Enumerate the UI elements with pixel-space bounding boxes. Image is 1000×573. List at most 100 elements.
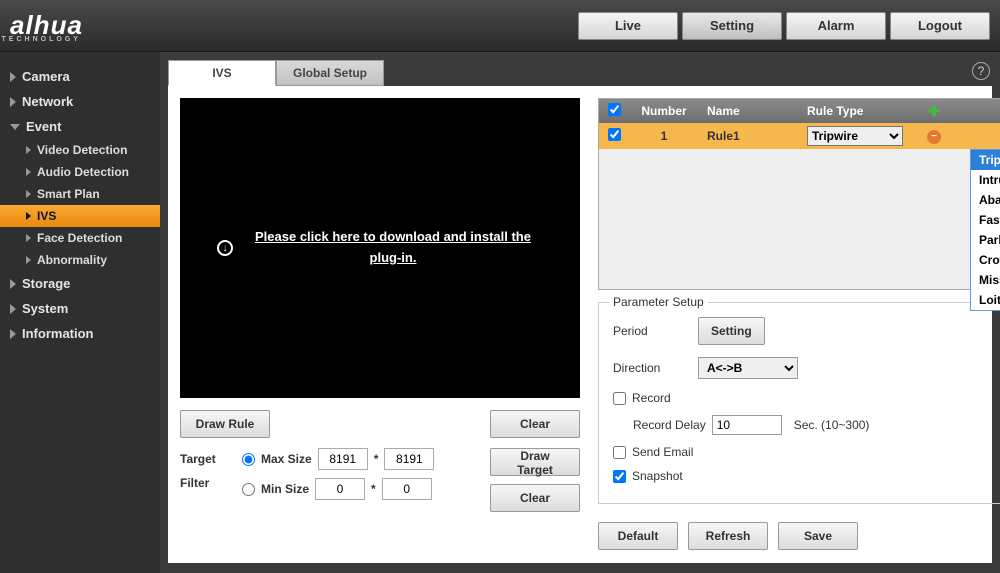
snapshot-checkbox[interactable] bbox=[613, 470, 626, 483]
rule-type-select[interactable]: Tripwire bbox=[807, 126, 903, 146]
min-height-input[interactable] bbox=[382, 478, 432, 500]
rules-table: Number Name Rule Type ✚ 1 Rule1 Tripwire… bbox=[598, 98, 1000, 290]
right-column: Number Name Rule Type ✚ 1 Rule1 Tripwire… bbox=[598, 98, 1000, 550]
help-icon[interactable]: ? bbox=[972, 62, 990, 80]
chevron-right-icon bbox=[26, 256, 31, 264]
max-size-label: Max Size bbox=[261, 452, 312, 466]
record-label: Record bbox=[632, 391, 671, 405]
rule-type-dropdown: Tripwire Intrusion Abandoned Object Fast… bbox=[970, 149, 1000, 311]
plugin-download-link[interactable]: ↓ Please click here to download and inst… bbox=[217, 227, 543, 269]
dropdown-option-loitering[interactable]: Loitering Detection bbox=[971, 290, 1000, 310]
dropdown-option-missing[interactable]: Missing Object bbox=[971, 270, 1000, 290]
main-layout: Camera Network Event Video Detection Aud… bbox=[0, 52, 1000, 573]
parameter-setup: Parameter Setup Period Setting Direction… bbox=[598, 302, 1000, 504]
tab-global-setup[interactable]: Global Setup bbox=[276, 60, 384, 86]
rules-header: Number Name Rule Type ✚ bbox=[599, 99, 1000, 123]
direction-select[interactable]: A<->B bbox=[698, 357, 798, 379]
chevron-right-icon bbox=[10, 97, 16, 107]
target-label: Target Filter bbox=[180, 448, 230, 490]
max-width-input[interactable] bbox=[318, 448, 368, 470]
bottom-buttons: Default Refresh Save bbox=[598, 522, 1000, 550]
record-checkbox[interactable] bbox=[613, 392, 626, 405]
sidebar-sub-face-detection[interactable]: Face Detection bbox=[0, 227, 160, 249]
max-height-input[interactable] bbox=[384, 448, 434, 470]
chevron-right-icon bbox=[10, 329, 16, 339]
record-row: Record bbox=[613, 391, 1000, 405]
header-name: Name bbox=[699, 104, 799, 118]
sidebar-sub-audio-detection[interactable]: Audio Detection bbox=[0, 161, 160, 183]
chevron-down-icon bbox=[10, 124, 20, 130]
min-size-option[interactable]: Min Size * bbox=[242, 478, 434, 500]
snapshot-row: Snapshot bbox=[613, 469, 1000, 483]
direction-row: Direction A<->B bbox=[613, 357, 1000, 379]
sidebar-sub-smart-plan[interactable]: Smart Plan bbox=[0, 183, 160, 205]
draw-controls: Draw Rule Clear bbox=[180, 410, 580, 438]
dropdown-option-parking[interactable]: Parking Detection bbox=[971, 230, 1000, 250]
sidebar-item-system[interactable]: System bbox=[0, 296, 160, 321]
sidebar-item-network[interactable]: Network bbox=[0, 89, 160, 114]
sidebar-sub-video-detection[interactable]: Video Detection bbox=[0, 139, 160, 161]
nav-logout[interactable]: Logout bbox=[890, 12, 990, 40]
dropdown-option-abandoned[interactable]: Abandoned Object bbox=[971, 190, 1000, 210]
nav-live[interactable]: Live bbox=[578, 12, 678, 40]
max-size-option[interactable]: Max Size * bbox=[242, 448, 434, 470]
add-rule-icon[interactable]: ✚ bbox=[928, 103, 940, 119]
chevron-right-icon bbox=[26, 212, 31, 220]
sidebar-sub-label: Smart Plan bbox=[37, 187, 100, 201]
sidebar-item-event[interactable]: Event bbox=[0, 114, 160, 139]
send-email-checkbox[interactable] bbox=[613, 446, 626, 459]
clear-target-button[interactable]: Clear bbox=[490, 484, 580, 512]
delete-rule-icon[interactable]: − bbox=[927, 130, 941, 144]
record-delay-input[interactable] bbox=[712, 415, 782, 435]
period-setting-button[interactable]: Setting bbox=[698, 317, 765, 345]
chevron-right-icon bbox=[26, 234, 31, 242]
sidebar-sub-label: IVS bbox=[37, 209, 56, 223]
rules-body bbox=[599, 149, 1000, 289]
tab-ivs[interactable]: IVS bbox=[168, 60, 276, 86]
sidebar-label: Information bbox=[22, 326, 94, 341]
dropdown-option-fast-moving[interactable]: Fast-Moving bbox=[971, 210, 1000, 230]
record-delay-label: Record Delay bbox=[633, 418, 706, 432]
rule-number: 1 bbox=[629, 129, 699, 143]
rule-row[interactable]: 1 Rule1 Tripwire − bbox=[599, 123, 1000, 149]
min-size-label: Min Size bbox=[261, 482, 309, 496]
sidebar-sub-ivs[interactable]: IVS bbox=[0, 205, 160, 227]
sidebar-label: System bbox=[22, 301, 68, 316]
size-options: Max Size * Min Size * bbox=[242, 448, 434, 508]
clear-rule-button[interactable]: Clear bbox=[490, 410, 580, 438]
chevron-right-icon bbox=[26, 190, 31, 198]
dropdown-option-crowd[interactable]: Crowd Gathering Estimation bbox=[971, 250, 1000, 270]
max-size-radio[interactable] bbox=[242, 453, 255, 466]
draw-rule-button[interactable]: Draw Rule bbox=[180, 410, 270, 438]
brand-logo: alhua TECHNOLOGY bbox=[10, 10, 83, 41]
sidebar-item-storage[interactable]: Storage bbox=[0, 271, 160, 296]
record-delay-unit: Sec. (10~300) bbox=[794, 418, 870, 432]
nav-alarm[interactable]: Alarm bbox=[786, 12, 886, 40]
sidebar-label: Storage bbox=[22, 276, 70, 291]
header-checkbox[interactable] bbox=[599, 103, 629, 119]
sidebar-sub-abnormality[interactable]: Abnormality bbox=[0, 249, 160, 271]
save-button[interactable]: Save bbox=[778, 522, 858, 550]
video-preview: ↓ Please click here to download and inst… bbox=[180, 98, 580, 398]
header-rule-type: Rule Type bbox=[799, 104, 919, 118]
target-filter-row: Target Filter Max Size * Min Size * bbox=[180, 448, 580, 512]
sidebar-sub-label: Face Detection bbox=[37, 231, 122, 245]
sidebar-label: Event bbox=[26, 119, 61, 134]
chevron-right-icon bbox=[26, 168, 31, 176]
nav-setting[interactable]: Setting bbox=[682, 12, 782, 40]
default-button[interactable]: Default bbox=[598, 522, 678, 550]
sidebar-item-information[interactable]: Information bbox=[0, 321, 160, 346]
min-size-radio[interactable] bbox=[242, 483, 255, 496]
dropdown-option-tripwire[interactable]: Tripwire bbox=[971, 150, 1000, 170]
select-all-checkbox[interactable] bbox=[608, 103, 621, 116]
dropdown-option-intrusion[interactable]: Intrusion bbox=[971, 170, 1000, 190]
send-email-label: Send Email bbox=[632, 445, 693, 459]
draw-target-button[interactable]: Draw Target bbox=[490, 448, 580, 476]
chevron-right-icon bbox=[10, 72, 16, 82]
record-delay-row: Record Delay Sec. (10~300) bbox=[633, 415, 1000, 435]
brand-subtext: TECHNOLOGY bbox=[2, 36, 81, 43]
refresh-button[interactable]: Refresh bbox=[688, 522, 768, 550]
min-width-input[interactable] bbox=[315, 478, 365, 500]
sidebar-item-camera[interactable]: Camera bbox=[0, 64, 160, 89]
rule-checkbox[interactable] bbox=[608, 128, 621, 141]
